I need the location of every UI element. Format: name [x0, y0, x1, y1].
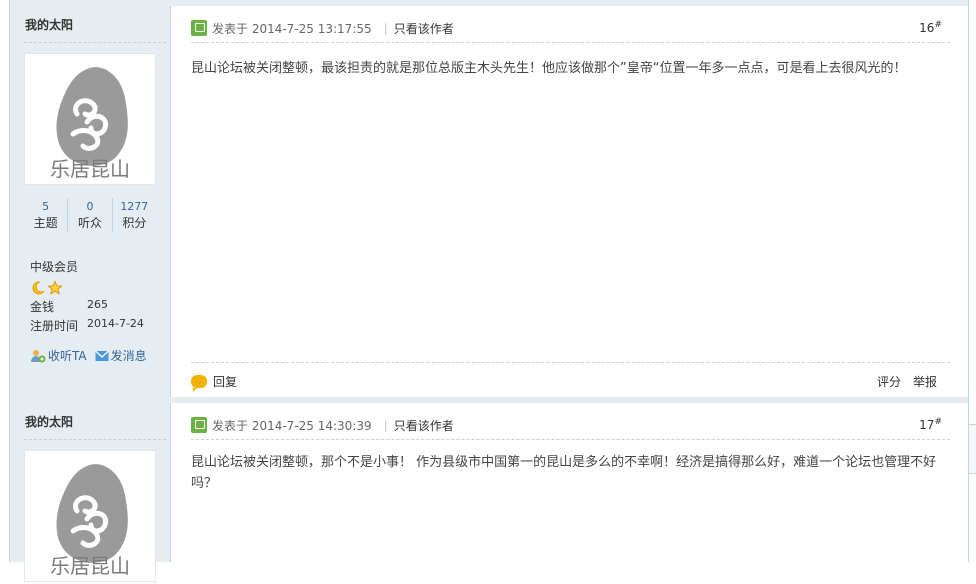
thread-container: 我的太阳 乐居昆山 5 主题 0 听众 1277 积分 中级会员 金钱 265 … — [9, 0, 969, 581]
divider — [24, 439, 166, 440]
username[interactable]: 我的太阳 — [25, 413, 73, 430]
only-author-link[interactable]: 只看该作者 — [394, 20, 454, 37]
reply-button[interactable]: 回复 — [191, 373, 237, 392]
online-status-icon — [191, 417, 207, 433]
online-status-icon — [191, 20, 207, 36]
post-main: 发表于 2014-7-25 13:17:55 | 只看该作者 16# 昆山论坛被… — [191, 6, 950, 397]
post-footer: 回复 评分 举报 — [191, 371, 950, 392]
user-actions: 收听TA 发消息 — [30, 347, 147, 364]
follow-icon — [31, 349, 46, 362]
level-badges — [30, 280, 63, 296]
user-level[interactable]: 中级会员 — [30, 258, 78, 275]
post-content: 昆山论坛被关闭整顿，最该担责的就是那位总版主木头先生！他应该做那个”皇帝“位置一… — [191, 61, 907, 76]
star-icon — [47, 280, 63, 295]
floor-number[interactable]: 16# — [919, 20, 942, 35]
post-content: 昆山论坛被关闭整顿，那个不是小事！ 作为县级市中国第一的昆山是多么的不幸啊！经济… — [191, 455, 937, 491]
user-stats: 5 主题 0 听众 1277 积分 — [24, 198, 156, 232]
avatar-caption: 乐居昆山 — [50, 554, 130, 578]
post-17: 我的太阳 乐居昆山 发表于 2014-7-25 14:30:39 | 只看该作者… — [10, 403, 968, 581]
post-time: 发表于 2014-7-25 13:17:55 — [212, 21, 372, 36]
divider — [24, 42, 166, 43]
money-row: 金钱 265 — [30, 298, 108, 315]
send-message-button[interactable]: 发消息 — [94, 347, 147, 364]
divider: | — [383, 418, 388, 432]
post-main: 发表于 2014-7-25 14:30:39 | 只看该作者 17# 昆山论坛被… — [191, 403, 950, 562]
post-time: 发表于 2014-7-25 14:30:39 — [212, 418, 372, 433]
stat-topics[interactable]: 5 主题 — [24, 198, 69, 232]
moon-icon — [32, 281, 45, 295]
register-label: 注册时间 — [30, 319, 79, 333]
post-header: 发表于 2014-7-25 13:17:55 | 只看该作者 16# — [191, 17, 950, 39]
floating-side-tab[interactable] — [968, 424, 976, 474]
register-row: 注册时间 2014-7-24 — [30, 317, 144, 334]
stat-points[interactable]: 1277 积分 — [113, 198, 156, 232]
divider — [191, 42, 950, 43]
post-header: 发表于 2014-7-25 14:30:39 | 只看该作者 17# — [191, 414, 950, 436]
rate-link[interactable]: 评分 — [877, 373, 901, 390]
report-link[interactable]: 举报 — [913, 373, 937, 390]
divider — [191, 362, 950, 363]
user-sidebar: 我的太阳 乐居昆山 — [10, 403, 171, 581]
floor-number[interactable]: 17# — [919, 417, 942, 432]
username[interactable]: 我的太阳 — [25, 16, 73, 33]
money-value: 265 — [87, 298, 108, 311]
register-date: 2014-7-24 — [87, 317, 144, 330]
post-actions: 评分 举报 — [877, 373, 937, 390]
only-author-link[interactable]: 只看该作者 — [394, 417, 454, 434]
avatar-logo-image: 乐居昆山 — [50, 67, 130, 181]
envelope-icon — [94, 350, 109, 361]
avatar[interactable]: 乐居昆山 — [25, 54, 155, 184]
avatar-caption: 乐居昆山 — [50, 157, 130, 181]
divider: | — [383, 21, 388, 35]
stat-followers[interactable]: 0 听众 — [68, 198, 113, 232]
reply-icon — [191, 374, 207, 392]
post-16: 我的太阳 乐居昆山 5 主题 0 听众 1277 积分 中级会员 金钱 265 … — [10, 6, 968, 397]
money-label: 金钱 — [30, 300, 55, 314]
user-sidebar: 我的太阳 乐居昆山 5 主题 0 听众 1277 积分 中级会员 金钱 265 … — [10, 6, 171, 397]
follow-button[interactable]: 收听TA — [30, 347, 87, 364]
divider — [191, 439, 950, 440]
